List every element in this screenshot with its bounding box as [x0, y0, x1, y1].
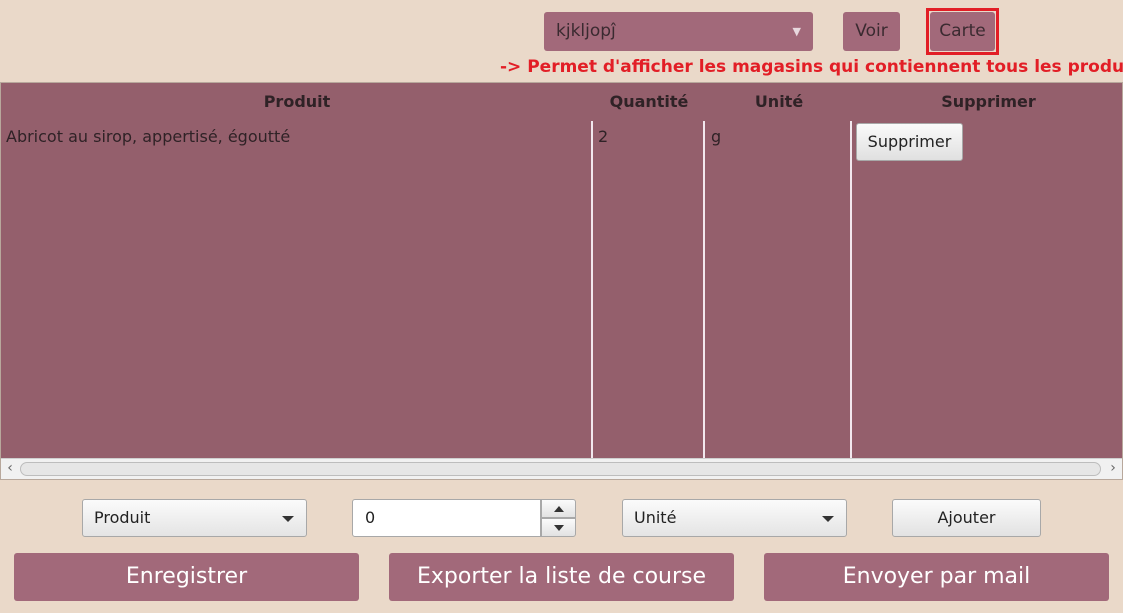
column-divider: [591, 121, 593, 459]
delete-row-button[interactable]: Supprimer: [856, 123, 963, 161]
increment-button[interactable]: [541, 499, 576, 518]
cell-unite: g: [711, 127, 722, 146]
enregistrer-button[interactable]: Enregistrer: [14, 553, 359, 601]
quantity-input[interactable]: 0: [352, 499, 541, 537]
scrollbar-thumb[interactable]: [20, 462, 1101, 476]
cell-produit: Abricot au sirop, appertisé, égoutté: [6, 127, 291, 146]
decrement-button[interactable]: [541, 518, 576, 537]
scroll-right-icon[interactable]: ›: [1104, 458, 1122, 479]
column-header-unite[interactable]: Unité: [705, 83, 853, 121]
chevron-down-icon: [282, 516, 294, 522]
unite-select-value: Unité: [634, 508, 677, 527]
column-divider: [850, 121, 852, 459]
ajouter-button[interactable]: Ajouter: [892, 499, 1041, 537]
arrow-up-icon: [554, 506, 564, 512]
column-header-produit[interactable]: Produit: [1, 83, 593, 121]
voir-button[interactable]: Voir: [843, 12, 900, 51]
shopping-list-select[interactable]: kjkljopĵ ▼: [544, 12, 813, 51]
arrow-down-icon: [554, 525, 564, 531]
chevron-down-icon: ▼: [792, 25, 801, 38]
carte-annotation: -> Permet d'afficher les magasins qui co…: [500, 57, 1123, 77]
column-divider: [703, 121, 705, 459]
send-mail-button[interactable]: Envoyer par mail: [764, 553, 1109, 601]
column-header-supprimer[interactable]: Supprimer: [853, 83, 1123, 121]
chevron-down-icon: [822, 516, 834, 522]
unite-select[interactable]: Unité: [622, 499, 847, 537]
carte-button[interactable]: Carte: [930, 12, 995, 51]
shopping-list-select-value: kjkljopĵ: [556, 21, 616, 41]
export-list-button[interactable]: Exporter la liste de course: [389, 553, 734, 601]
produit-select[interactable]: Produit: [82, 499, 307, 537]
produit-select-value: Produit: [94, 508, 151, 527]
scroll-left-icon[interactable]: ‹: [1, 458, 19, 479]
column-header-quantite[interactable]: Quantité: [593, 83, 705, 121]
cell-quantite: 2: [598, 127, 609, 146]
